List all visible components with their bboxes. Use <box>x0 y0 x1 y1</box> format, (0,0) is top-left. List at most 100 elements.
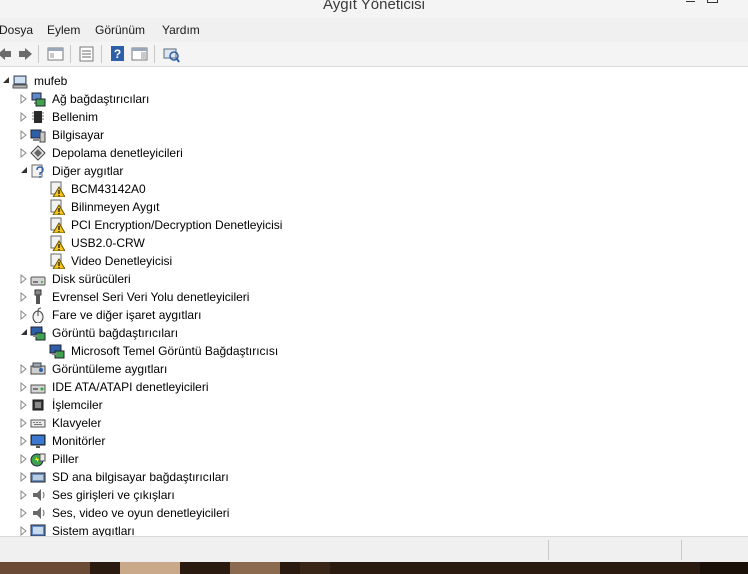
tree-item-label: Depolama denetleyicileri <box>52 146 183 160</box>
expand-arrow-icon[interactable] <box>20 450 28 468</box>
collapse-arrow-icon[interactable] <box>2 72 10 90</box>
speaker-icon <box>30 487 46 503</box>
tree-item-label: Bellenim <box>52 110 99 124</box>
tree-item-label: Microsoft Temel Görüntü Bağdaştırıcısı <box>71 344 279 358</box>
console-tree-icon <box>47 47 64 61</box>
usb-icon <box>30 289 46 305</box>
system-device-icon <box>30 523 46 536</box>
tree-item-label: Diğer aygıtlar <box>52 164 124 178</box>
expand-arrow-icon[interactable] <box>20 486 28 504</box>
battery-icon <box>30 451 46 467</box>
tree-item-label: Video Denetleyicisi <box>71 254 173 268</box>
status-separator <box>681 540 682 560</box>
status-bar <box>0 536 748 563</box>
processor-icon <box>30 397 46 413</box>
status-separator <box>548 540 549 560</box>
warning-device-icon <box>49 217 66 234</box>
tree-item-label: İşlemciler <box>52 398 103 412</box>
warning-device-icon <box>49 199 66 216</box>
warning-device-icon <box>49 235 66 252</box>
menu-yardim[interactable]: Yardım <box>162 23 200 37</box>
minimize-button[interactable] <box>684 0 698 4</box>
toolbar-separator <box>38 45 39 63</box>
expand-arrow-icon[interactable] <box>20 504 28 522</box>
toolbar: ? <box>0 42 748 67</box>
toolbar-separator <box>154 45 155 63</box>
mouse-icon <box>30 307 46 324</box>
expand-arrow-icon[interactable] <box>20 432 28 450</box>
menu-gorunum[interactable]: Görünüm <box>95 23 145 37</box>
sd-host-icon <box>30 469 46 485</box>
tree-item-label: Evrensel Seri Veri Yolu denetleyicileri <box>52 290 250 304</box>
expand-arrow-icon[interactable] <box>20 378 28 396</box>
menu-dosya[interactable]: Dosya <box>0 23 33 37</box>
properties-icon <box>79 46 94 62</box>
device-tree[interactable]: mufeb Ağ bağdaştırıcıları Bellenim Bilgisay… <box>0 67 748 536</box>
ide-controller-icon <box>30 379 46 395</box>
scan-hardware-button[interactable] <box>162 45 180 63</box>
tree-item-label: USB2.0-CRW <box>71 236 145 250</box>
tree-item-label: Bilinmeyen Aygıt <box>71 200 160 214</box>
root-computer-icon <box>12 73 28 89</box>
forward-button[interactable] <box>17 45 33 63</box>
tree-item-label: Monitörler <box>52 434 106 448</box>
toolbar-separator <box>101 45 102 63</box>
monitor-icon <box>30 433 46 449</box>
warning-device-icon <box>49 253 66 270</box>
tree-item-label: Görüntüleme aygıtları <box>52 362 168 376</box>
expand-arrow-icon[interactable] <box>20 414 28 432</box>
tree-item-label: Piller <box>52 452 79 466</box>
desktop-background-shape <box>300 562 330 574</box>
action-pane-icon <box>131 47 148 61</box>
desktop-background-strip <box>0 562 748 574</box>
warning-device-icon <box>49 181 66 198</box>
imaging-device-icon <box>30 361 46 377</box>
scan-hardware-icon <box>163 48 180 63</box>
expand-arrow-icon[interactable] <box>20 522 28 536</box>
desktop-background-shape <box>230 562 280 574</box>
collapse-arrow-icon[interactable] <box>20 324 28 342</box>
speaker-icon <box>30 505 46 521</box>
desktop-background-shape <box>0 562 90 574</box>
tree-item-label: Sistem aygıtları <box>52 524 135 536</box>
network-adapter-icon <box>30 91 46 107</box>
expand-arrow-icon[interactable] <box>20 90 28 108</box>
expand-arrow-icon[interactable] <box>20 288 28 306</box>
properties-button[interactable] <box>78 45 96 63</box>
svg-text:?: ? <box>114 47 121 61</box>
expand-arrow-icon[interactable] <box>20 108 28 126</box>
display-adapter-icon <box>30 325 46 341</box>
expand-arrow-icon[interactable] <box>20 396 28 414</box>
back-button[interactable] <box>0 45 12 63</box>
action-pane-button[interactable] <box>131 45 149 63</box>
back-arrow-icon <box>0 48 11 60</box>
desktop-background-shape <box>700 562 748 574</box>
expand-arrow-icon[interactable] <box>20 468 28 486</box>
tree-item-label: Fare ve diğer işaret aygıtları <box>52 308 202 322</box>
menu-eylem[interactable]: Eylem <box>47 23 80 37</box>
expand-arrow-icon[interactable] <box>20 306 28 324</box>
tree-item-label: Ağ bağdaştırıcıları <box>52 92 150 106</box>
window-title: Aygıt Yöneticisi <box>322 0 425 13</box>
forward-arrow-icon <box>19 48 32 60</box>
firmware-chip-icon <box>30 109 46 125</box>
expand-arrow-icon[interactable] <box>20 126 28 144</box>
collapse-arrow-icon[interactable] <box>20 162 28 180</box>
tree-item-label: PCI Encryption/Decryption Denetleyicisi <box>71 218 283 232</box>
tree-item-label: IDE ATA/ATAPI denetleyicileri <box>52 380 209 394</box>
computer-icon <box>30 127 46 143</box>
tree-item-label: mufeb <box>34 74 68 88</box>
menu-bar: Dosya Eylem Görünüm Yardım <box>0 18 748 43</box>
tree-item-label: SD ana bilgisayar bağdaştırıcıları <box>52 470 229 484</box>
expand-arrow-icon[interactable] <box>20 270 28 288</box>
help-button[interactable]: ? <box>109 45 127 63</box>
maximize-button[interactable] <box>706 0 720 4</box>
console-tree-button[interactable] <box>47 45 65 63</box>
tree-item-label: Disk sürücüleri <box>52 272 131 286</box>
expand-arrow-icon[interactable] <box>20 144 28 162</box>
tree-item-label: Görüntü bağdaştırıcıları <box>52 326 179 340</box>
tree-item-label: Ses girişleri ve çıkışları <box>52 488 175 502</box>
storage-controller-icon <box>30 145 46 161</box>
expand-arrow-icon[interactable] <box>20 360 28 378</box>
unknown-device-icon <box>30 163 46 179</box>
